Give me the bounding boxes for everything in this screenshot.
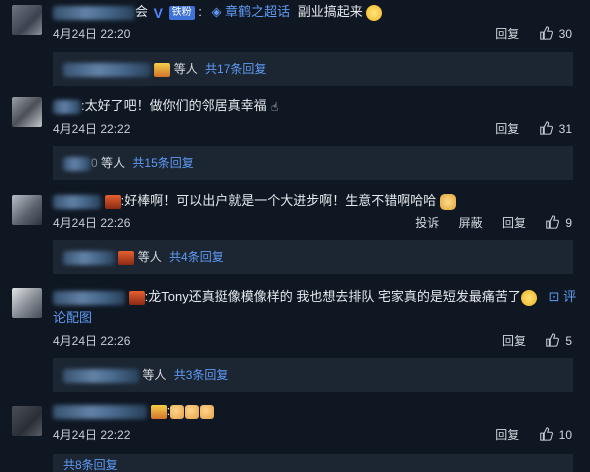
medal-icon	[128, 290, 145, 305]
like-count: 10	[558, 428, 572, 442]
comment-date: 4月24日 22:20	[53, 27, 131, 41]
like-icon	[539, 427, 553, 441]
doge-emoji-icon	[439, 193, 456, 210]
thumbs-up-emoji-icon	[185, 404, 200, 419]
reply-people: 等人	[137, 250, 162, 264]
avatar[interactable]	[12, 406, 42, 436]
verified-icon: V	[153, 4, 163, 21]
reply-count-link[interactable]: 共15条回复	[132, 156, 193, 170]
comment-text: 副业搞起来	[297, 4, 363, 19]
like-count: 9	[565, 216, 572, 230]
reply-button[interactable]: 回复	[495, 27, 519, 41]
sun-emoji-icon	[366, 4, 383, 21]
reply-thread[interactable]: 等人 共17条回复	[53, 52, 573, 86]
comment-text: 龙Tony还真挺像模像样的 我也想去排队 宅家真的是短发最痛苦了	[148, 289, 521, 304]
thumbs-up-emoji-icon	[170, 404, 185, 419]
like-icon	[539, 121, 553, 135]
comment-text: 好棒啊！可以出户就是一个大进步啊！生意不错啊哈哈	[124, 193, 437, 208]
avatar[interactable]	[12, 195, 42, 225]
clap-hand-icon: ☝	[270, 99, 279, 114]
username-blurred[interactable]	[53, 404, 147, 419]
like-icon	[546, 215, 560, 229]
reply-thread[interactable]: 共8条回复	[53, 454, 573, 472]
like-icon	[546, 333, 560, 347]
comment-date: 4月24日 22:22	[53, 122, 131, 136]
like-count: 31	[558, 122, 572, 136]
username-blurred[interactable]	[53, 194, 101, 209]
like-count: 30	[558, 27, 572, 41]
username[interactable]: 会	[135, 4, 148, 19]
like-button[interactable]: 31	[539, 121, 572, 136]
comment-date: 4月24日 22:26	[53, 334, 131, 348]
replier-blurred[interactable]	[63, 62, 151, 77]
reply-people: 等人	[101, 156, 126, 170]
username-blurred[interactable]	[53, 5, 135, 20]
reply-button[interactable]: 回复	[502, 216, 526, 230]
reply-count-link[interactable]: 共8条回复	[63, 458, 118, 472]
replier-blurred[interactable]	[63, 250, 115, 265]
username-blurred[interactable]	[53, 290, 125, 305]
reply-count-link[interactable]: 共3条回复	[174, 368, 229, 382]
topic-link[interactable]: 章鹤之超话	[225, 4, 290, 19]
medal-icon	[118, 250, 135, 265]
separator: :	[198, 4, 202, 19]
reply-people: 等人	[173, 62, 198, 76]
replier-blurred[interactable]	[63, 368, 139, 383]
reply-count-link[interactable]: 共4条回复	[169, 250, 224, 264]
image-icon[interactable]: ⊡	[549, 289, 560, 304]
replier-blurred[interactable]	[63, 156, 91, 171]
like-button[interactable]: 30	[539, 26, 572, 41]
like-button[interactable]: 9	[545, 215, 572, 230]
fan-badge: 铁粉	[168, 5, 195, 20]
reply-button[interactable]: 回复	[495, 122, 519, 136]
like-icon	[539, 26, 553, 40]
like-count: 5	[565, 334, 572, 348]
like-button[interactable]: 5	[545, 333, 572, 348]
comment-date: 4月24日 22:26	[53, 216, 131, 230]
reply-button[interactable]: 回复	[502, 334, 526, 348]
avatar[interactable]	[12, 288, 42, 318]
reply-button[interactable]: 回复	[495, 428, 519, 442]
medal-icon	[154, 62, 171, 77]
like-button[interactable]: 10	[539, 427, 572, 442]
comment-date: 4月24日 22:22	[53, 428, 131, 442]
report-button[interactable]: 投诉	[415, 216, 439, 230]
thumbs-up-emoji-icon	[200, 404, 215, 419]
block-button[interactable]: 屏蔽	[459, 216, 483, 230]
super-topic-icon[interactable]: ◈	[211, 4, 221, 19]
avatar[interactable]	[12, 5, 42, 35]
reply-people-prefix: 0	[91, 156, 98, 170]
username-blurred[interactable]	[53, 99, 81, 114]
reply-count-link[interactable]: 共17条回复	[205, 62, 266, 76]
reply-thread[interactable]: 等人 共4条回复	[53, 240, 573, 274]
medal-icon	[150, 404, 167, 419]
reply-thread[interactable]: 0 等人 共15条回复	[53, 146, 573, 180]
reply-thread[interactable]: 等人 共3条回复	[53, 358, 573, 392]
avatar[interactable]	[12, 97, 42, 127]
medal-icon	[104, 194, 121, 209]
laugh-cry-emoji-icon	[520, 289, 537, 306]
comment-text: 太好了吧！做你们的邻居真幸福	[84, 98, 267, 113]
reply-people: 等人	[142, 368, 167, 382]
